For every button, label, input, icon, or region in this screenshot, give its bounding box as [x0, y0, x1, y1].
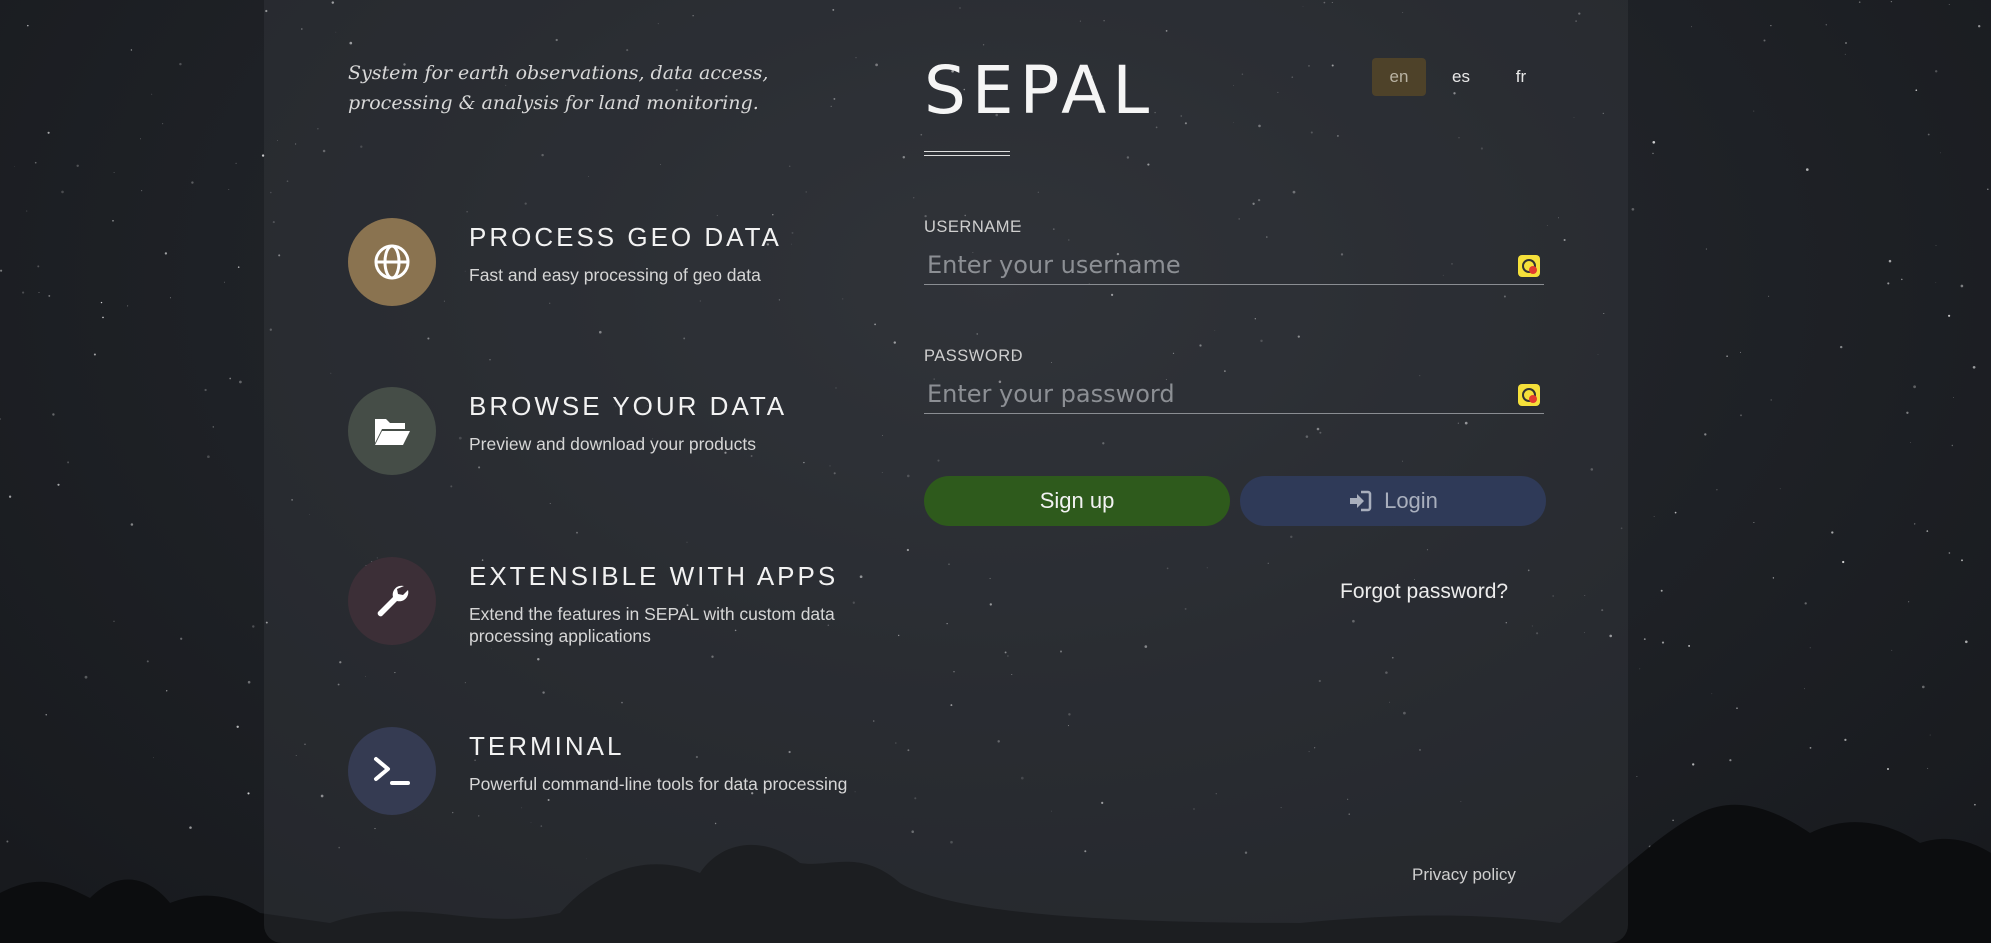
feature-icon-circle — [348, 727, 436, 815]
feature-title: BROWSE YOUR DATA — [469, 391, 788, 421]
tagline: System for earth observations, data acce… — [348, 62, 769, 114]
feature-icon-circle — [348, 387, 436, 475]
feature-description: Extend the features in SEPAL with custom… — [469, 604, 835, 646]
sign-up-button[interactable]: Sign up — [924, 476, 1230, 526]
feature-title: TERMINAL — [469, 731, 625, 761]
language-fr[interactable]: fr — [1494, 58, 1548, 96]
feature-description: Preview and download your products — [469, 434, 756, 454]
feature-title: EXTENSIBLE WITH APPS — [469, 561, 839, 591]
title-divider — [924, 151, 1010, 156]
sign-in-icon — [1350, 490, 1372, 512]
feature-title: PROCESS GEO DATA — [469, 222, 782, 252]
username-label: USERNAME — [924, 218, 1022, 236]
login-label: Login — [1384, 488, 1438, 513]
folder-open-icon — [375, 419, 410, 445]
password-label: PASSWORD — [924, 347, 1024, 365]
feature-icon-circle — [348, 218, 436, 306]
feature-process-geo-data: PROCESS GEO DATA Fast and easy processin… — [348, 218, 868, 308]
feature-extensible-with-apps: EXTENSIBLE WITH APPS Extend the features… — [348, 557, 868, 647]
forgot-password-link[interactable]: Forgot password? — [1340, 580, 1508, 604]
password-field — [924, 377, 1544, 414]
app-title: SEPAL — [924, 52, 1156, 129]
feature-description: Powerful command-line tools for data pro… — [469, 774, 848, 794]
password-manager-icon[interactable] — [1518, 384, 1540, 406]
username-input[interactable] — [927, 248, 1487, 282]
feature-description: Fast and easy processing of geo data — [469, 265, 761, 285]
username-field — [924, 248, 1544, 285]
password-manager-icon[interactable] — [1518, 255, 1540, 277]
feature-terminal: TERMINAL Powerful command-line tools for… — [348, 727, 868, 817]
language-en[interactable]: en — [1372, 58, 1426, 96]
terminal-icon — [374, 757, 410, 785]
language-es[interactable]: es — [1434, 58, 1488, 96]
login-button[interactable]: Login — [1240, 476, 1546, 526]
globe-icon — [374, 244, 410, 280]
sign-up-label: Sign up — [1039, 488, 1115, 513]
feature-icon-circle — [348, 557, 436, 645]
password-input[interactable] — [927, 377, 1487, 411]
wrench-icon — [377, 585, 409, 617]
privacy-policy-link[interactable]: Privacy policy — [1412, 865, 1516, 885]
feature-browse-your-data: BROWSE YOUR DATA Preview and download yo… — [348, 387, 868, 477]
